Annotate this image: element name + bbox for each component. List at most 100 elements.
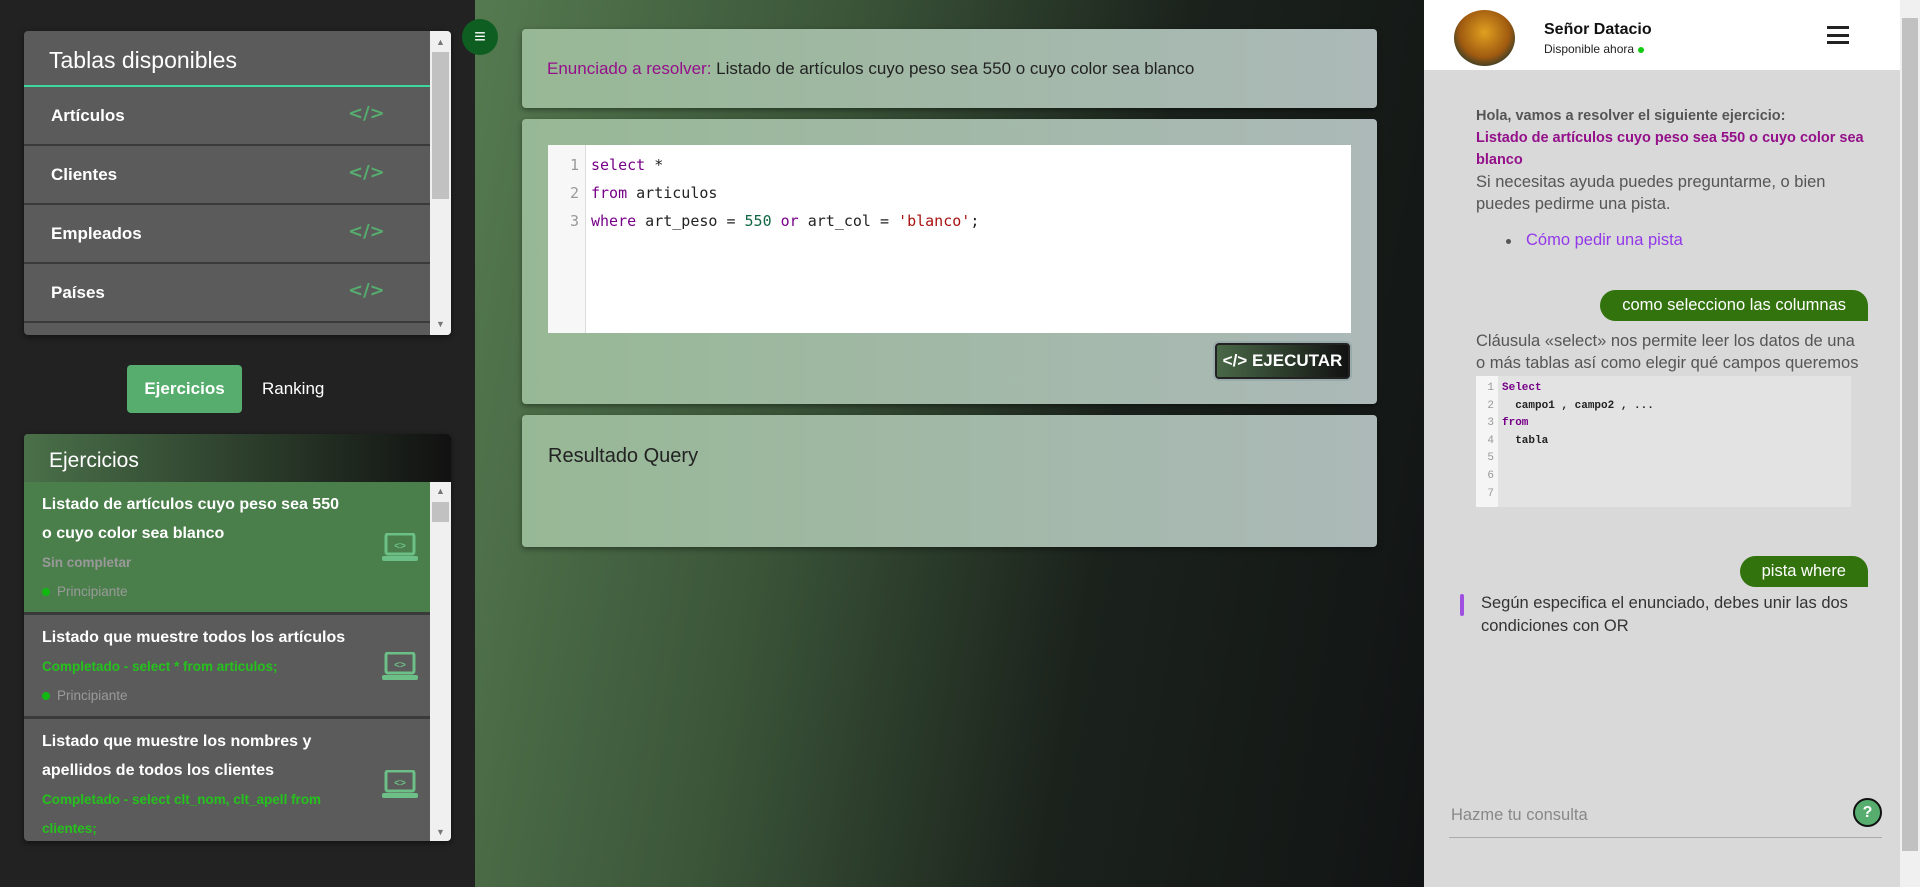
help-text: Si necesitas ayuda puedes preguntarme, o… (1476, 173, 1826, 213)
statement-card: Enunciado a resolver: Listado de artícul… (522, 29, 1377, 108)
greeting: Hola, vamos a resolver el siguiente ejer… (1476, 108, 1786, 124)
exercises-panel-title: Ejercicios (24, 434, 451, 482)
bot-hint: Según especifica el enunciado, debes uni… (1460, 592, 1870, 638)
line-number: 6 (1487, 469, 1494, 482)
keyword: where (591, 212, 637, 230)
code-snippet: 1 2 3 4 5 6 7 Select campo1 , campo2 , .… (1476, 376, 1851, 507)
snippet-code: Select campo1 , campo2 , ... from tabla (1502, 380, 1654, 450)
page-scrollbar[interactable] (1900, 0, 1920, 887)
line-number: 1 (569, 156, 579, 174)
keyword: select (591, 156, 646, 174)
exercise-item[interactable]: Listado de artículos cuyo peso sea 550 o… (24, 482, 430, 615)
exercise-title: Listado que muestre todos los artículos (42, 629, 346, 646)
code-line: campo1 , campo2 , ... (1502, 399, 1654, 412)
exercise-status: Sin completar (42, 555, 132, 570)
level-label: Principiante (57, 688, 128, 703)
line-number: 3 (1487, 417, 1494, 430)
result-card: Resultado Query (522, 415, 1377, 547)
token: articulos (627, 184, 718, 202)
scroll-down-icon[interactable]: ▼ (430, 319, 451, 329)
left-sidebar: Tablas disponibles Artículos </> Clientes… (0, 0, 475, 887)
online-dot-icon (1638, 46, 1645, 53)
exercise-item[interactable]: Listado que muestre los nombres y apelli… (24, 719, 430, 841)
exercise-name: Listado de artículos cuyo peso sea 550 o… (1476, 130, 1864, 168)
exercise-level: Principiante (42, 681, 350, 710)
execute-button[interactable]: </> EJECUTAR (1213, 341, 1352, 381)
table-label: Empleados (51, 224, 142, 243)
table-item-clientes[interactable]: Clientes </> (24, 146, 430, 205)
token: art_col = (798, 212, 899, 230)
line-number: 2 (569, 184, 579, 202)
menu-icon[interactable] (1827, 26, 1849, 44)
code-line: from (1502, 417, 1529, 430)
token: * (645, 156, 664, 174)
laptop-code-icon[interactable]: <> (382, 651, 418, 681)
tab-ranking[interactable]: Ranking (242, 365, 344, 413)
exercises-scrollbar[interactable]: ▲ ▼ (430, 482, 451, 841)
keyword: or (771, 212, 799, 230)
chat-input[interactable]: Hazme tu consulta (1449, 800, 1882, 838)
number: 550 (744, 212, 772, 230)
hint-link[interactable]: Cómo pedir una pista (1506, 231, 1866, 250)
code-icon: </> (1222, 351, 1248, 370)
scroll-thumb[interactable] (1902, 18, 1918, 851)
table-item-empleados[interactable]: Empleados </> (24, 205, 430, 264)
tables-scrollbar[interactable]: ▲ ▼ (430, 31, 451, 335)
exercise-status: Completado - select * from articulos; (42, 659, 278, 674)
laptop-code-icon[interactable]: <> (382, 533, 418, 562)
tables-panel: Tablas disponibles Artículos </> Clientes… (24, 31, 451, 335)
table-item-articulos[interactable]: Artículos </> (24, 87, 430, 146)
level-dot-icon (42, 588, 50, 596)
level-label: Principiante (57, 584, 128, 599)
code-content[interactable]: select * from articulos where art_peso = 5… (591, 151, 979, 235)
tables-panel-title: Tablas disponibles (24, 31, 430, 87)
code-line: select * (591, 151, 979, 179)
exercise-title: Listado de artículos cuyo peso sea 550 o… (42, 496, 339, 542)
help-button[interactable]: ? (1853, 798, 1882, 827)
scroll-up-icon[interactable]: ▲ (430, 37, 451, 47)
line-number: 5 (1487, 452, 1494, 465)
exercise-level: Principiante (42, 577, 350, 606)
bot-message: Hola, vamos a resolver el siguiente ejer… (1476, 105, 1866, 250)
sidebar-toggle-menu-icon[interactable]: ≡ (462, 19, 498, 55)
user-message: como selecciono las columnas (1600, 290, 1868, 321)
string: 'blanco' (898, 212, 971, 230)
svg-text:<>: <> (394, 778, 406, 789)
table-item-paises[interactable]: Países </> (24, 264, 430, 323)
code-icon[interactable]: </> (348, 221, 385, 242)
code-icon[interactable]: </> (348, 162, 385, 183)
line-number: 1 (1487, 382, 1494, 394)
execute-label: EJECUTAR (1251, 351, 1343, 370)
svg-text:<>: <> (394, 541, 406, 552)
user-message: pista where (1739, 556, 1868, 587)
scroll-thumb[interactable] (432, 502, 449, 522)
level-dot-icon (42, 692, 50, 700)
scroll-thumb[interactable] (432, 52, 449, 199)
keyword: from (591, 184, 628, 202)
status-text: Disponible ahora (1544, 42, 1635, 56)
laptop-code-icon[interactable]: <> (382, 770, 418, 799)
exercise-item[interactable]: Listado que muestre todos los artículos … (24, 615, 430, 719)
bot-status: Disponible ahora (1544, 42, 1645, 56)
statement-text: Listado de artículos cuyo peso sea 550 o… (716, 59, 1195, 78)
bot-avatar (1454, 10, 1515, 66)
code-line: from articulos (591, 179, 979, 207)
line-number: 3 (569, 212, 579, 230)
code-icon[interactable]: </> (348, 280, 385, 301)
statement-label: Enunciado a resolver: (547, 59, 712, 78)
tab-ejercicios[interactable]: Ejercicios (127, 365, 242, 413)
line-number: 2 (1487, 399, 1494, 412)
scroll-up-icon[interactable]: ▲ (430, 486, 451, 496)
result-title: Resultado Query (548, 445, 699, 467)
line-gutter: 1 2 3 (548, 145, 586, 333)
chat-panel: Señor Datacio Disponible ahora Hola, vam… (1424, 0, 1900, 887)
chat-header: Señor Datacio Disponible ahora (1424, 0, 1900, 70)
main-area: Enunciado a resolver: Listado de artícul… (475, 0, 1424, 887)
code-icon[interactable]: </> (348, 103, 385, 124)
scroll-down-icon[interactable]: ▼ (430, 827, 451, 837)
table-label: Países (51, 283, 105, 302)
line-number: 4 (1487, 434, 1494, 447)
exercise-title: Listado que muestre los nombres y apelli… (42, 733, 312, 779)
sql-editor[interactable]: 1 2 3 select * from articulos where art_pe… (548, 145, 1351, 333)
token: ; (970, 212, 980, 230)
